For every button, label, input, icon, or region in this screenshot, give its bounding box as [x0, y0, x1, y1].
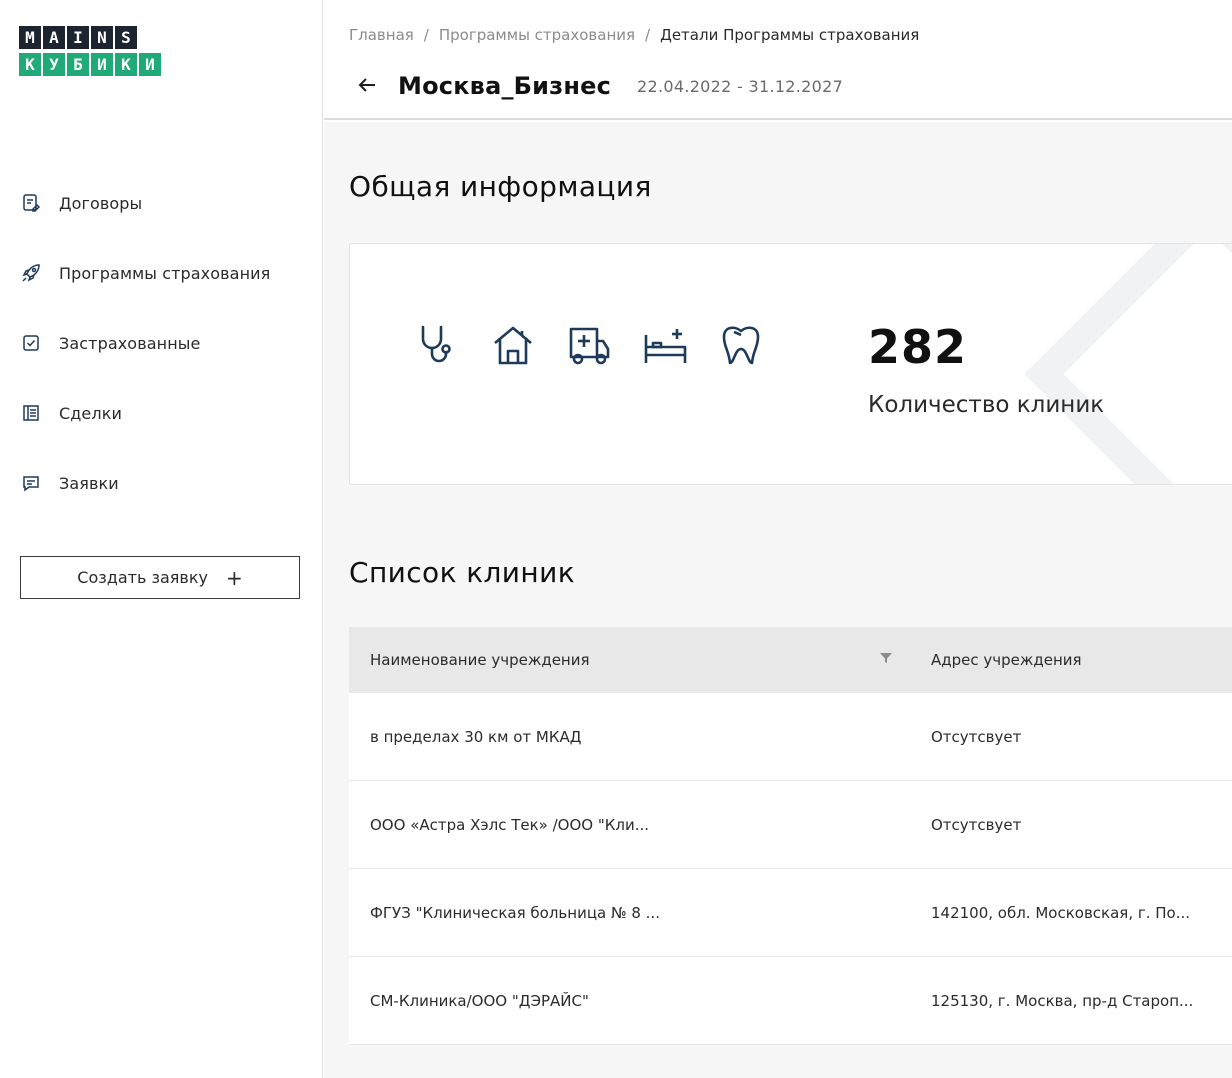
logo[interactable]: M A I N S К У Б И К И: [19, 26, 161, 76]
chat-icon: [20, 472, 42, 494]
stethoscope-icon: [412, 320, 462, 370]
breadcrumb-current: Детали Программы страхования: [660, 26, 920, 44]
table-row[interactable]: СМ-Клиника/ООО "ДЭРАЙС" 125130, г. Москв…: [349, 957, 1232, 1045]
clinic-address-cell: Отсутсвует: [931, 727, 1022, 746]
logo-letter: A: [43, 26, 65, 49]
table-row[interactable]: ФГУЗ "Клиническая больница № 8 ... 14210…: [349, 869, 1232, 957]
sidebar-nav: Договоры Программы страхования Застрахов…: [20, 168, 310, 518]
back-arrow-icon[interactable]: [358, 74, 388, 99]
logo-letter: M: [19, 26, 41, 49]
clinics-list-title: Список клиник: [349, 556, 576, 589]
sidebar-item-label: Программы страхования: [59, 263, 271, 283]
logo-letter: У: [43, 53, 65, 76]
sidebar-item-label: Сделки: [59, 403, 122, 423]
table-row[interactable]: в пределах 30 км от МКАД Отсутсвует: [349, 693, 1232, 781]
breadcrumb-separator: /: [645, 26, 651, 44]
clinic-count-value: 282: [868, 320, 968, 374]
logo-bottom-row: К У Б И К И: [19, 53, 161, 76]
clinic-name-cell: в пределах 30 км от МКАД: [370, 727, 582, 746]
sidebar-item-label: Договоры: [59, 193, 143, 213]
breadcrumb-programs[interactable]: Программы страхования: [439, 26, 635, 44]
sidebar-item-contracts[interactable]: Договоры: [20, 168, 310, 238]
service-icons: [412, 320, 766, 370]
logo-letter: К: [115, 53, 137, 76]
home-icon: [488, 320, 538, 370]
clinic-name-cell: СМ-Клиника/ООО "ДЭРАЙС": [370, 991, 589, 1010]
deals-icon: [20, 402, 42, 424]
column-header-label: Наименование учреждения: [370, 651, 590, 669]
breadcrumb-separator: /: [423, 26, 429, 44]
card-decoration: [1024, 244, 1232, 484]
page-title: Москва_Бизнес: [398, 72, 612, 100]
contract-icon: [20, 192, 42, 214]
program-date-range: 22.04.2022 - 31.12.2027: [637, 76, 844, 96]
title-row: Москва_Бизнес 22.04.2022 - 31.12.2027: [358, 72, 843, 100]
breadcrumb: Главная / Программы страхования / Детали…: [349, 26, 919, 44]
main-content: Общая информация 282 Количество клиник С…: [324, 122, 1232, 1078]
logo-letter: S: [115, 26, 137, 49]
general-info-card: 282 Количество клиник: [349, 243, 1232, 485]
logo-letter: Б: [67, 53, 89, 76]
plus-icon: +: [225, 565, 243, 590]
clinic-name-cell: ООО «Астра Хэлс Тек» /ООО "Кли...: [370, 815, 650, 834]
clinic-address-cell: 125130, г. Москва, пр-д Староп...: [931, 991, 1194, 1010]
page-header: Главная / Программы страхования / Детали…: [324, 0, 1232, 120]
ambulance-icon: [564, 320, 614, 370]
clinic-address-cell: Отсутсвует: [931, 815, 1022, 834]
table-row[interactable]: ООО «Астра Хэлс Тек» /ООО "Кли... Отсутс…: [349, 781, 1232, 869]
clinics-table: Наименование учреждения Адрес учреждения…: [349, 627, 1232, 1045]
column-header-name[interactable]: Наименование учреждения: [349, 651, 931, 669]
general-info-title: Общая информация: [349, 170, 652, 203]
sidebar-item-label: Заявки: [59, 473, 119, 493]
logo-top-row: M A I N S: [19, 26, 161, 49]
logo-letter: И: [91, 53, 113, 76]
create-request-label: Создать заявку: [77, 568, 208, 587]
logo-letter: К: [19, 53, 41, 76]
sidebar: M A I N S К У Б И К И Договоры Программы…: [0, 0, 323, 1078]
app-root: M A I N S К У Б И К И Договоры Программы…: [0, 0, 1232, 1078]
clinic-count-label: Количество клиник: [868, 392, 1105, 418]
rocket-icon: [20, 262, 42, 284]
column-header-label: Адрес учреждения: [931, 651, 1082, 669]
sidebar-item-label: Застрахованные: [59, 333, 201, 353]
clinic-name-cell: ФГУЗ "Клиническая больница № 8 ...: [370, 903, 660, 922]
sidebar-item-deals[interactable]: Сделки: [20, 378, 310, 448]
logo-letter: I: [67, 26, 89, 49]
table-header: Наименование учреждения Адрес учреждения: [349, 627, 1232, 693]
column-header-address[interactable]: Адрес учреждения: [931, 651, 1232, 669]
sidebar-item-requests[interactable]: Заявки: [20, 448, 310, 518]
sidebar-item-insured[interactable]: Застрахованные: [20, 308, 310, 378]
hospital-bed-icon: [640, 320, 690, 370]
logo-letter: И: [139, 53, 161, 76]
logo-letter: N: [91, 26, 113, 49]
filter-icon[interactable]: [879, 651, 893, 669]
sidebar-item-programs[interactable]: Программы страхования: [20, 238, 310, 308]
checkbox-icon: [20, 332, 42, 354]
breadcrumb-home[interactable]: Главная: [349, 26, 414, 44]
tooth-icon: [716, 320, 766, 370]
create-request-button[interactable]: Создать заявку +: [20, 556, 300, 599]
clinic-address-cell: 142100, обл. Московская, г. По...: [931, 903, 1191, 922]
